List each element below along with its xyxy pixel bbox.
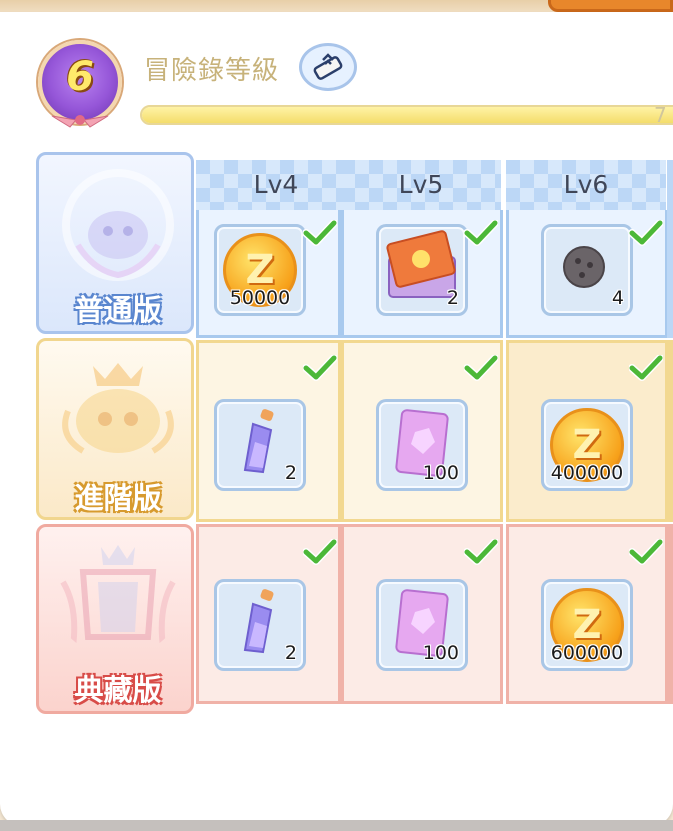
progress-fill [142,107,673,123]
level-number: 6 [66,54,94,100]
reward-item-box: Z 600000 [541,579,633,671]
basic-crest-icon [62,169,174,281]
reward-qty: 4 [611,287,624,309]
reward-item-box: 2 [214,579,306,671]
next-column-edge [667,340,673,522]
scroll-icon[interactable] [299,43,357,91]
bottom-shade [0,820,673,831]
top-tab[interactable] [548,0,673,12]
check-icon [629,539,663,565]
check-icon [464,539,498,565]
tier-label-advanced: 進階版 [74,481,162,515]
reward-qty: 2 [284,462,297,484]
reward-item-box: 100 [376,399,468,491]
reward-item-box: Z 50000 [214,224,306,316]
reward-cell[interactable]: 100 [341,340,503,522]
check-icon [464,220,498,246]
check-icon [629,220,663,246]
reward-qty: 600000 [550,642,624,664]
tier-advanced: 進階版 [36,338,194,520]
check-icon [464,355,498,381]
reward-cell[interactable]: 2 [196,340,341,522]
reward-cell[interactable]: 2 [341,210,503,338]
check-icon [303,355,337,381]
reward-cell[interactable]: 100 [341,524,503,704]
reward-item-box: Z 400000 [541,399,633,491]
level-progress-bar [140,105,673,125]
reward-qty: 2 [446,287,459,309]
premium-crest-icon [60,545,176,648]
col-header-lv6: Lv6 [506,160,666,210]
reward-cell[interactable]: Z 50000 [196,210,341,338]
advanced-crest-icon [62,363,174,454]
reward-cell[interactable]: 4 [506,210,668,338]
reward-cell[interactable]: Z 400000 [506,340,668,522]
next-column-edge [667,160,673,338]
reward-qty: 400000 [550,462,624,484]
tier-label-basic: 普通版 [74,293,162,327]
tier-label-premium: 典藏版 [74,673,162,707]
progress-text: 7 [654,103,667,127]
scroll-glyph-icon [313,53,343,80]
ribbon-icon [51,115,109,128]
check-icon [303,539,337,565]
next-column-edge [667,524,673,704]
reward-qty: 2 [284,642,297,664]
check-icon [303,220,337,246]
tier-premium: 典藏版 [36,524,194,714]
reward-qty: 100 [422,462,459,484]
page-title: 冒險錄等級 [144,56,280,86]
reward-item-box: 2 [214,399,306,491]
check-icon [629,355,663,381]
reward-item-box: 4 [541,224,633,316]
reward-qty: 50000 [229,287,291,309]
reward-cell[interactable]: 2 [196,524,341,704]
col-header-lv5: Lv5 [341,160,501,210]
reward-cell[interactable]: Z 600000 [506,524,668,704]
tier-basic: 普通版 [36,152,194,334]
reward-item-box: 2 [376,224,468,316]
reward-item-box: 100 [376,579,468,671]
col-header-lv4: Lv4 [196,160,356,210]
level-badge: 6 [36,40,124,128]
reward-qty: 100 [422,642,459,664]
